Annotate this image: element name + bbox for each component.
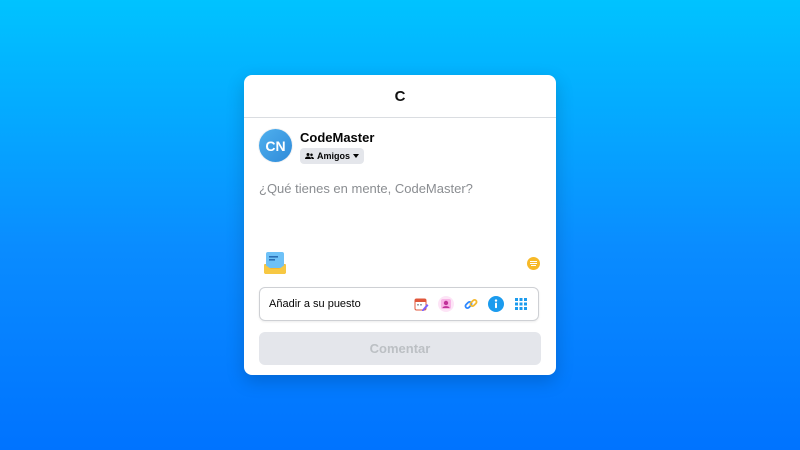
add-to-post-icons	[413, 296, 529, 312]
grid-icon[interactable]	[513, 296, 529, 312]
user-meta: CodeMaster Amigos	[300, 129, 374, 165]
background-picker-button[interactable]	[262, 250, 288, 276]
caret-down-icon	[353, 154, 360, 158]
dialog-header: C	[244, 75, 556, 118]
dialog-title: C	[394, 87, 406, 105]
background-picker-icon	[264, 252, 286, 274]
emoji-icon	[530, 261, 537, 266]
add-to-post-label: Añadir a su puesto	[269, 298, 361, 310]
friends-icon	[305, 153, 314, 159]
person-tag-icon[interactable]	[438, 296, 454, 312]
username: CodeMaster	[300, 130, 375, 145]
info-icon[interactable]	[488, 296, 504, 312]
audience-selector[interactable]: Amigos	[300, 148, 365, 164]
avatar[interactable]: CN	[259, 129, 292, 162]
emoji-button[interactable]	[527, 257, 540, 270]
audience-label: Amigos	[317, 151, 351, 161]
calendar-edit-icon[interactable]	[413, 296, 429, 312]
user-row: CN CodeMaster Amigos	[259, 129, 374, 165]
add-to-post-bar: Añadir a su puesto	[259, 287, 539, 321]
create-post-dialog: C CN CodeMaster Amigos ¿Qué tienes en me…	[244, 75, 556, 375]
link-icon[interactable]	[463, 296, 479, 312]
comment-button[interactable]: Comentar	[259, 332, 541, 365]
composer-input[interactable]	[259, 181, 539, 196]
